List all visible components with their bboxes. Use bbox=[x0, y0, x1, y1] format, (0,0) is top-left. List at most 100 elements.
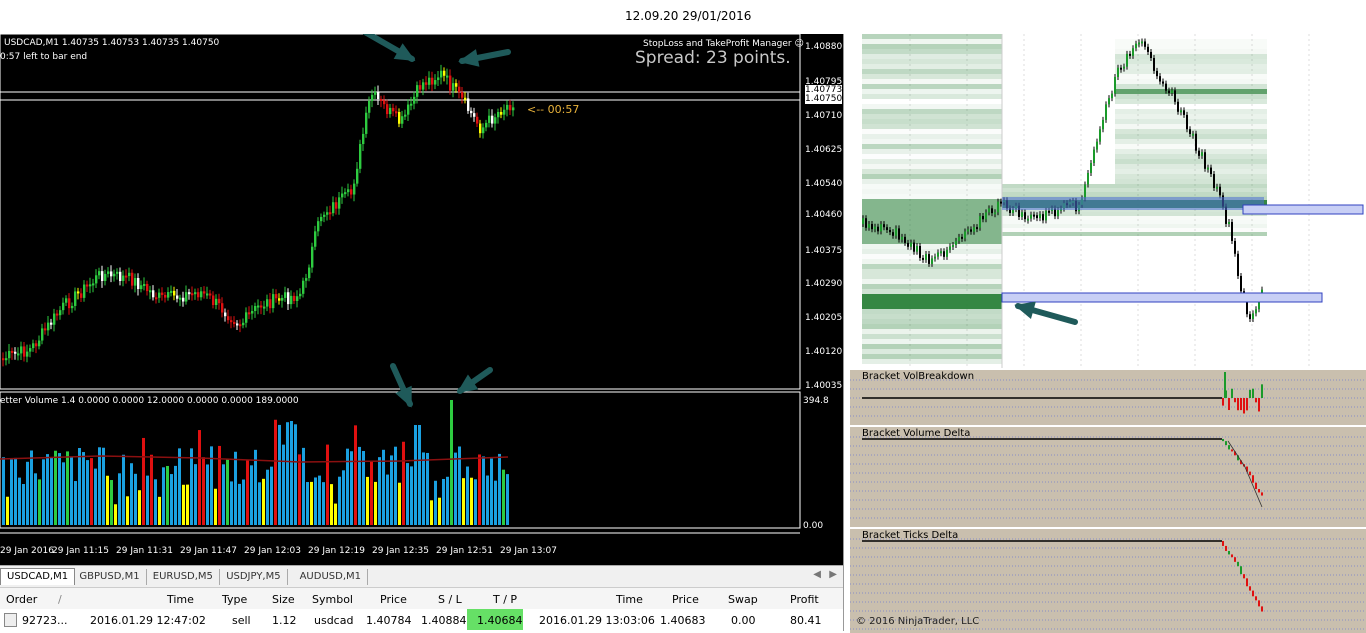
nt-histogram-bar bbox=[1222, 398, 1224, 406]
price-axis-label: 1.40880 bbox=[805, 42, 843, 52]
nt-volume-delta-panel[interactable]: Bracket Volume Delta bbox=[850, 425, 1366, 527]
nt-volume-profile-band bbox=[862, 294, 1002, 299]
volume-bar bbox=[290, 420, 293, 525]
nt-volume-profile-band bbox=[862, 334, 1002, 339]
candle-body bbox=[314, 231, 317, 247]
volume-bar bbox=[378, 457, 381, 525]
candle-body bbox=[344, 192, 347, 195]
tab-scroll-right-icon[interactable]: ▶ bbox=[829, 569, 837, 580]
candle-body bbox=[254, 306, 257, 312]
panel-label-ticks-delta: Bracket Ticks Delta bbox=[862, 530, 959, 541]
col-order[interactable]: Order bbox=[6, 593, 37, 606]
mt4-chart-window[interactable]: USDCAD,M1 1.40735 1.40753 1.40735 1.4075… bbox=[0, 34, 843, 565]
nt-volume-profile-band bbox=[1115, 139, 1267, 144]
volume-bar bbox=[278, 424, 281, 525]
nt-volume-profile-band bbox=[862, 169, 1002, 174]
nt-volume-profile-band bbox=[1115, 74, 1267, 79]
tab-scroll-left-icon[interactable]: ◀ bbox=[813, 569, 821, 580]
volume-bar bbox=[242, 479, 245, 525]
nt-volume-profile-band bbox=[862, 39, 1002, 44]
nt-volume-profile-band bbox=[862, 194, 1002, 199]
volume-bar bbox=[474, 479, 477, 525]
candle-body bbox=[71, 305, 74, 309]
trade-row[interactable]: 92723... 2016.01.29 12:47:02 sell 1.12 u… bbox=[0, 609, 843, 630]
nt-volume-profile-band bbox=[862, 269, 1002, 274]
volume-bar bbox=[138, 490, 141, 525]
volume-bar bbox=[322, 482, 325, 525]
candle-body bbox=[482, 127, 485, 134]
time-axis-label: 29 Jan 12:03 bbox=[244, 546, 301, 556]
nt-volume-profile-band bbox=[1115, 84, 1267, 89]
trade-table-header: Order / Time Type Size Symbol Price S / … bbox=[0, 587, 843, 611]
volume-bar bbox=[354, 425, 357, 525]
chart-tab-bar: USDCAD,M1 GBPUSD,M1 EURUSD,M5 USDJPY,M5 AUDU… bbox=[0, 565, 843, 588]
nt-volume-profile-band bbox=[1115, 124, 1267, 129]
nt-volume-profile-band bbox=[862, 154, 1002, 159]
chart-tab[interactable]: AUDUSD,M1 bbox=[294, 569, 368, 585]
candle-body bbox=[197, 292, 200, 298]
nt-candle-body bbox=[1087, 172, 1089, 185]
col-symbol[interactable]: Symbol bbox=[312, 593, 353, 606]
candle-body bbox=[14, 351, 17, 354]
volume-bar bbox=[114, 504, 117, 525]
nt-volume-profile-band bbox=[862, 164, 1002, 169]
nt-volbreakdown-panel[interactable]: Bracket VolBreakdown bbox=[850, 368, 1366, 425]
nt-candle-body bbox=[1165, 83, 1167, 91]
col-tp[interactable]: T / P bbox=[493, 593, 517, 606]
nt-volume-profile-band bbox=[862, 229, 1002, 234]
candle-body bbox=[488, 115, 491, 123]
chart-tab[interactable]: EURUSD,M5 bbox=[147, 569, 220, 585]
nt-delta-bar bbox=[1255, 482, 1257, 490]
col-sl[interactable]: S / L bbox=[438, 593, 462, 606]
nt-candle-body bbox=[1138, 42, 1140, 45]
candle-body bbox=[179, 297, 182, 300]
candle-body bbox=[281, 297, 284, 301]
volume-bar bbox=[154, 479, 157, 525]
nt-candle-body bbox=[1039, 214, 1041, 219]
col-time[interactable]: Time bbox=[167, 593, 194, 606]
chart-tab[interactable]: USDCAD,M1 bbox=[0, 568, 76, 585]
volume-bar bbox=[186, 484, 189, 525]
candle-body bbox=[80, 293, 83, 298]
col-profit[interactable]: Profit bbox=[790, 593, 819, 606]
chart-tab[interactable]: GBPUSD,M1 bbox=[73, 569, 147, 585]
chart-tab[interactable]: USDJPY,M5 bbox=[220, 569, 288, 585]
row-profit: 80.41 bbox=[790, 614, 822, 627]
nt-candle-body bbox=[1255, 309, 1257, 314]
nt-histogram-bar bbox=[1252, 388, 1254, 398]
candle-body bbox=[203, 291, 206, 294]
nt-volume-profile-band bbox=[862, 279, 1002, 284]
nt-ticks-delta-panel[interactable]: Bracket Ticks Delta © 2016 NinjaTrader, … bbox=[850, 527, 1366, 633]
col-price[interactable]: Price bbox=[380, 593, 407, 606]
nt-delta-bar bbox=[1225, 545, 1227, 551]
candle-body bbox=[353, 183, 356, 195]
nt-candle-body bbox=[1252, 313, 1254, 319]
nt-candle-body bbox=[955, 240, 957, 245]
candle-body bbox=[152, 290, 155, 298]
col-type[interactable]: Type bbox=[222, 593, 247, 606]
nt-delta-bar bbox=[1231, 449, 1233, 452]
volume-bar bbox=[158, 496, 161, 525]
col-sort-slash[interactable]: / bbox=[58, 593, 62, 606]
candle-body bbox=[218, 298, 221, 304]
col-swap[interactable]: Swap bbox=[728, 593, 758, 606]
nt-volume-profile-band bbox=[862, 44, 1002, 49]
price-axis-label: 1.40710 bbox=[805, 111, 843, 121]
nt-price-panel[interactable] bbox=[850, 34, 1366, 368]
col-close-time[interactable]: Time bbox=[616, 593, 643, 606]
nt-delta-bar bbox=[1252, 475, 1254, 483]
volume-bar bbox=[358, 446, 361, 525]
volume-bar bbox=[134, 473, 137, 525]
nt-candle-body bbox=[967, 229, 969, 232]
candle-body bbox=[290, 295, 293, 305]
candle-body bbox=[239, 324, 242, 327]
volume-bar bbox=[54, 450, 57, 525]
candle-body bbox=[407, 104, 410, 115]
nt-delta-bar bbox=[1258, 600, 1260, 607]
col-close-price[interactable]: Price bbox=[672, 593, 699, 606]
col-size[interactable]: Size bbox=[272, 593, 295, 606]
nt-volume-profile-band bbox=[1115, 179, 1267, 184]
nt-volume-profile-band bbox=[862, 319, 1002, 324]
price-axis-label: 1.40540 bbox=[805, 179, 843, 189]
volume-bar bbox=[334, 503, 337, 525]
